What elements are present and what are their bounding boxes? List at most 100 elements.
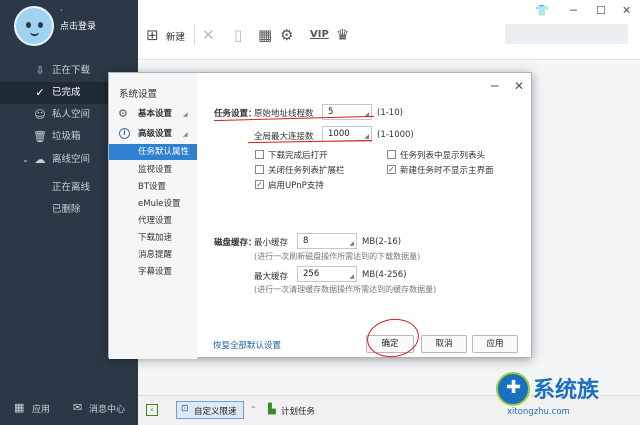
nav-label: 字幕设置	[138, 267, 173, 277]
avatar[interactable]	[14, 6, 54, 46]
upnp-label: 启用UPnP支持	[268, 181, 324, 191]
login-link[interactable]: 点击登录	[60, 19, 96, 32]
nav-item-accelerate[interactable]: 下载加速	[109, 230, 197, 246]
show-list-header-label: 任务列表中显示列表头	[400, 151, 486, 161]
new-task-icon[interactable]: ⊞	[146, 26, 159, 44]
new-task-button[interactable]: 新建	[166, 29, 185, 43]
task-settings-label: 任务设置：	[214, 109, 257, 119]
schedule-task-button[interactable]: 计划任务	[281, 405, 315, 417]
nav-label: 任务默认属性	[138, 147, 190, 157]
nav-label: 消息提醒	[138, 250, 173, 260]
max-connections-value: 1000	[328, 129, 350, 139]
nav-item-bt[interactable]: BT设置	[109, 179, 197, 195]
minimize-icon[interactable]: ─	[570, 4, 577, 17]
apply-button[interactable]: 应用	[472, 335, 518, 353]
search-input[interactable]	[505, 24, 628, 44]
settings-nav: 系统设置 ⚙ 基本设置 ◢ i 高级设置 ◢ 任务默认属性 监视设置 BT设置 …	[109, 73, 197, 359]
nav-label: 代理设置	[138, 216, 173, 226]
nav-label: 监视设置	[138, 165, 173, 175]
speed-icon: ⊡	[181, 404, 189, 414]
nav-label: BT设置	[138, 182, 167, 192]
grid-icon[interactable]: ▦	[258, 26, 272, 44]
apps-icon: ▦	[14, 401, 25, 414]
message-center-button[interactable]: 消息中心	[89, 402, 125, 415]
nav-item-subtitle[interactable]: 字幕设置	[109, 264, 197, 280]
nav-basic-settings[interactable]: ⚙ 基本设置 ◢	[109, 106, 197, 122]
open-after-download-checkbox[interactable]	[255, 150, 264, 159]
toolbar-divider	[194, 25, 195, 45]
max-cache-value: 256	[303, 269, 320, 279]
upnp-checkbox[interactable]: ✓	[255, 180, 264, 189]
message-icon: ✉	[73, 401, 83, 414]
gear-icon[interactable]: ⚙	[280, 26, 293, 44]
shirt-icon[interactable]: 👕	[535, 4, 549, 17]
gear-icon: ⚙	[118, 107, 128, 120]
nav-label: 高级设置	[138, 129, 173, 139]
min-cache-label: 最小缓存	[254, 238, 289, 248]
max-cache-hint: (进行一次清理缓存数据操作所需达到的缓存数据量)	[254, 285, 437, 294]
back-icon[interactable]: ‹	[146, 404, 158, 416]
close-extension-bar-checkbox[interactable]	[255, 165, 264, 174]
close-extension-bar-label: 关闭任务列表扩展栏	[268, 166, 345, 176]
chevron-down-icon: ◢	[364, 111, 369, 118]
chevron-down-icon: ◢	[349, 273, 354, 280]
min-cache-value: 8	[303, 236, 309, 246]
watermark-url: xitongzhu.com	[507, 407, 570, 417]
user-nickname: ·	[60, 6, 63, 15]
chevron-down-icon[interactable]: ⌄	[22, 149, 29, 171]
chevron-up-icon[interactable]: ⌃	[250, 405, 257, 414]
open-after-download-label: 下载完成后打开	[268, 151, 328, 161]
info-icon: i	[119, 128, 130, 139]
close-icon[interactable]: ✕	[622, 4, 631, 17]
apps-button[interactable]: 应用	[32, 402, 50, 415]
delete-icon[interactable]: ✕	[202, 26, 215, 44]
sidebar-subitem-offline-running[interactable]: 正在离线	[52, 179, 90, 193]
download-icon: ⇩	[35, 64, 45, 77]
sidebar-item-label: 垃圾箱	[52, 131, 81, 142]
hide-main-on-new-label: 新建任务时不显示主界面	[400, 166, 494, 176]
maximize-icon[interactable]: ☐	[596, 4, 606, 17]
restore-defaults-link[interactable]: 恢复全部默认设置	[213, 339, 281, 351]
close-icon[interactable]: ✕	[514, 79, 524, 93]
nav-advanced-settings[interactable]: i 高级设置 ◢	[109, 126, 197, 142]
nav-label: eMule设置	[138, 199, 181, 209]
nav-item-notify[interactable]: 消息提醒	[109, 247, 197, 263]
min-cache-select[interactable]: 8 ◢	[297, 233, 357, 249]
sidebar-item-label: 离线空间	[52, 154, 91, 165]
nav-label: 基本设置	[138, 109, 173, 119]
coupon-icon[interactable]: ♛	[336, 26, 349, 44]
vip-button[interactable]: VIP	[310, 29, 329, 40]
max-cache-select[interactable]: 256 ◢	[297, 266, 357, 282]
max-cache-label: 最大缓存	[254, 272, 289, 282]
hide-main-on-new-checkbox[interactable]: ✓	[387, 165, 396, 174]
watermark-cross: ✚	[506, 377, 522, 398]
min-cache-hint: (进行一次刷新磁盘操作所需达到的下载数据量)	[254, 252, 421, 261]
watermark-brand: 系统族	[533, 378, 600, 403]
minimize-icon[interactable]: ─	[491, 79, 498, 93]
max-cache-range: MB(4-256)	[362, 270, 407, 280]
thread-count-value: 5	[328, 107, 334, 117]
check-circle-icon: ✓	[35, 86, 45, 99]
nav-item-task-defaults[interactable]: 任务默认属性	[109, 144, 197, 160]
nav-label: 下载加速	[138, 233, 173, 243]
show-list-header-checkbox[interactable]	[387, 150, 396, 159]
nav-item-emule[interactable]: eMule设置	[109, 196, 197, 212]
schedule-icon: ▙	[268, 404, 276, 415]
chevron-down-icon: ◢	[349, 240, 354, 247]
min-cache-range: MB(2-16)	[362, 237, 402, 247]
max-connections-range: (1-1000)	[377, 130, 414, 140]
file-icon[interactable]: ▯	[234, 26, 242, 44]
chevron-down-icon: ◢	[364, 133, 369, 140]
cloud-icon: ☁	[34, 153, 46, 166]
sidebar-item-label: 已完成	[52, 87, 81, 98]
nav-item-monitor[interactable]: 监视设置	[109, 162, 197, 178]
cancel-button[interactable]: 取消	[421, 335, 467, 353]
sidebar-item-label: 私人空间	[52, 109, 91, 120]
nav-item-proxy[interactable]: 代理设置	[109, 213, 197, 229]
expand-icon: ◢	[183, 111, 188, 118]
disk-cache-label: 磁盘缓存：	[214, 238, 257, 248]
sidebar-subitem-deleted[interactable]: 已删除	[52, 201, 81, 215]
sidebar-bottom: ▦ 应用 ✉ 消息中心	[0, 395, 138, 425]
sidebar-item-label: 正在下载	[52, 65, 91, 76]
speed-limit-label: 自定义限速	[194, 407, 237, 417]
